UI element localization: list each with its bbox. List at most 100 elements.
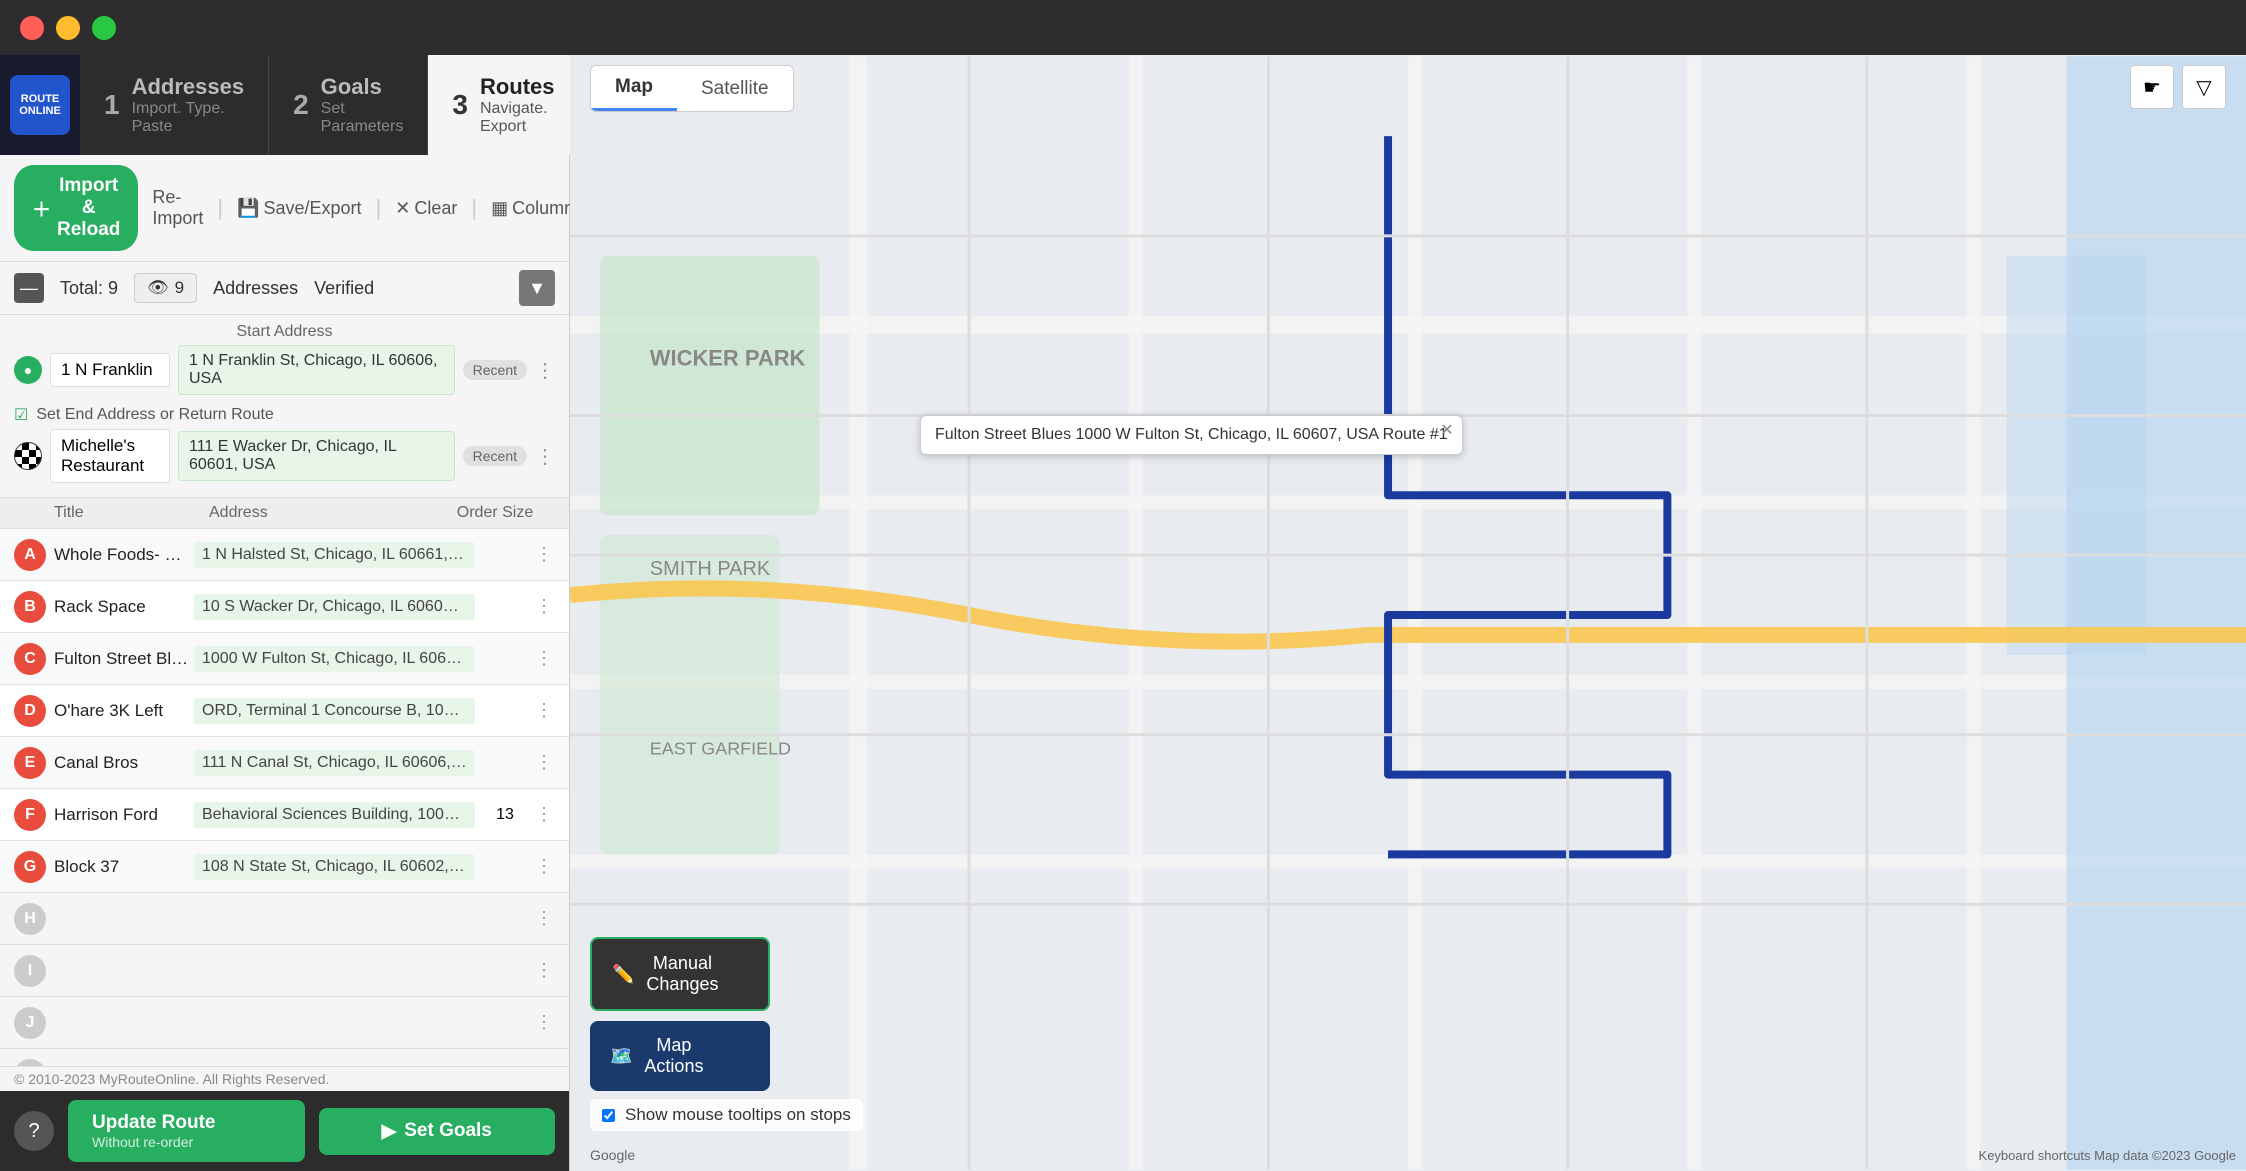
- table-row[interactable]: B Rack Space 10 S Wacker Dr, Chicago, IL…: [0, 581, 569, 633]
- import-reload-button[interactable]: ＋ Import & Reload: [14, 165, 138, 251]
- map-tab-map[interactable]: Map: [591, 66, 677, 111]
- cell-address: 108 N State St, Chicago, IL 60602, USA: [194, 854, 475, 880]
- edit-icon: ✏️: [612, 964, 634, 985]
- start-address-name[interactable]: 1 N Franklin: [50, 353, 170, 387]
- row-menu-icon[interactable]: ⋮: [535, 752, 555, 773]
- eye-icon: 👁: [147, 278, 169, 298]
- map-tabs: Map Satellite: [590, 65, 794, 112]
- cell-address: [194, 1019, 475, 1027]
- row-letter-K: K: [14, 1059, 46, 1067]
- verified-count: 9: [175, 278, 184, 298]
- manual-changes-label: ManualChanges: [646, 953, 718, 995]
- map-tab-satellite[interactable]: Satellite: [677, 66, 793, 111]
- row-menu-icon[interactable]: ⋮: [535, 700, 555, 721]
- checkbox-icon[interactable]: ☑: [14, 405, 28, 425]
- tab-number-1: 1: [104, 89, 120, 121]
- map-tooltip-text: Fulton Street Blues 1000 W Fulton St, Ch…: [935, 426, 1448, 443]
- minimize-button[interactable]: [56, 16, 80, 40]
- row-menu-icon[interactable]: ⋮: [535, 960, 555, 981]
- row-menu-icon[interactable]: ⋮: [535, 596, 555, 617]
- tab-title-goals: Goals: [321, 74, 404, 100]
- manual-changes-button[interactable]: ✏️ ManualChanges: [590, 937, 770, 1011]
- update-route-label: Update Route: [92, 1112, 216, 1134]
- end-address-full: 111 E Wacker Dr, Chicago, IL 60601, USA: [178, 431, 455, 481]
- cell-title: Rack Space: [54, 597, 194, 617]
- row-menu-icon[interactable]: ⋮: [535, 648, 555, 669]
- row-letter-G: G: [14, 851, 46, 883]
- row-letter-I: I: [14, 955, 46, 987]
- tab-title-addresses: Addresses: [132, 74, 245, 100]
- map-icon: 🗺️: [610, 1046, 632, 1067]
- update-route-sublabel: Without re-order: [92, 1134, 193, 1150]
- tab-goals[interactable]: 2 Goals Set Parameters: [269, 55, 428, 155]
- title-bar: [0, 0, 2246, 55]
- set-goals-button[interactable]: ▶ Set Goals: [319, 1108, 556, 1155]
- clear-link[interactable]: ✕ Clear: [395, 198, 457, 219]
- table-row[interactable]: I ⋮: [0, 945, 569, 997]
- fullscreen-button[interactable]: [92, 16, 116, 40]
- reimport-link[interactable]: Re-Import: [152, 187, 203, 229]
- tab-number-2: 2: [293, 89, 309, 121]
- row-letter-C: C: [14, 643, 46, 675]
- filter-button[interactable]: ▼: [519, 270, 555, 306]
- tab-subtitle-addresses: Import. Type. Paste: [132, 100, 245, 136]
- end-address-name[interactable]: Michelle's Restaurant: [50, 429, 170, 483]
- end-address-row: Michelle's Restaurant 111 E Wacker Dr, C…: [14, 429, 555, 483]
- map-bottom-buttons: ✏️ ManualChanges 🗺️ MapActions: [590, 937, 770, 1091]
- row-menu-icon[interactable]: ⋮: [535, 856, 555, 877]
- cell-address: 1000 W Fulton St, Chicago, IL 60607, USA: [194, 646, 475, 672]
- row-menu-icon[interactable]: ⋮: [535, 908, 555, 929]
- map-tooltip: Fulton Street Blues 1000 W Fulton St, Ch…: [920, 415, 1463, 455]
- table-row[interactable]: H ⋮: [0, 893, 569, 945]
- help-button[interactable]: ?: [14, 1111, 54, 1151]
- show-tooltips-checkbox[interactable]: [602, 1109, 615, 1122]
- cell-address: Behavioral Sciences Building, 1007 W Har…: [194, 802, 475, 828]
- row-letter-E: E: [14, 747, 46, 779]
- cell-title: O'hare 3K Left: [54, 701, 194, 721]
- close-button[interactable]: [20, 16, 44, 40]
- left-panel: ROUTEONLINE 1 Addresses Import. Type. Pa…: [0, 55, 570, 1171]
- row-menu-icon[interactable]: ⋮: [535, 804, 555, 825]
- start-address-row: ● 1 N Franklin 1 N Franklin St, Chicago,…: [14, 345, 555, 395]
- table-row[interactable]: C Fulton Street Blues 1000 W Fulton St, …: [0, 633, 569, 685]
- save-icon: 💾: [237, 198, 259, 219]
- copyright: © 2010-2023 MyRouteOnline. All Rights Re…: [0, 1066, 569, 1091]
- table-row[interactable]: J ⋮: [0, 997, 569, 1049]
- total-count: Total: 9: [60, 278, 118, 299]
- cell-order: 13: [475, 806, 535, 824]
- save-export-label: Save/Export: [264, 198, 362, 219]
- svg-text:WICKER PARK: WICKER PARK: [650, 346, 806, 371]
- verified-label: Verified: [314, 278, 374, 299]
- cursor-tool-button[interactable]: ☛: [2130, 65, 2174, 109]
- row-menu-icon[interactable]: ⋮: [535, 1012, 555, 1033]
- tab-addresses[interactable]: 1 Addresses Import. Type. Paste: [80, 55, 269, 155]
- map-background[interactable]: WICKER PARK SMITH PARK EAST GARFIELDPARK…: [570, 55, 2246, 1171]
- google-attribution: Google: [590, 1147, 635, 1163]
- table-row[interactable]: D O'hare 3K Left ORD, Terminal 1 Concour…: [0, 685, 569, 737]
- table-row[interactable]: F Harrison Ford Behavioral Sciences Buil…: [0, 789, 569, 841]
- table-row[interactable]: E Canal Bros 111 N Canal St, Chicago, IL…: [0, 737, 569, 789]
- row-menu-icon[interactable]: ⋮: [535, 544, 555, 565]
- table-row[interactable]: A Whole Foods- West Loop 1 N Halsted St,…: [0, 529, 569, 581]
- update-route-button[interactable]: Update Route Without re-order: [68, 1100, 305, 1162]
- row-letter-H: H: [14, 903, 46, 935]
- collapse-button[interactable]: ―: [14, 273, 44, 303]
- clear-icon: ✕: [395, 198, 410, 219]
- cell-title: Harrison Ford: [54, 805, 194, 825]
- table-row[interactable]: K ⋮: [0, 1049, 569, 1066]
- cell-title: Canal Bros: [54, 753, 194, 773]
- set-goals-label: Set Goals: [404, 1120, 492, 1142]
- save-export-link[interactable]: 💾 Save/Export: [237, 198, 361, 219]
- filter-tool-button[interactable]: ▽: [2182, 65, 2226, 109]
- map-actions-button[interactable]: 🗺️ MapActions: [590, 1021, 770, 1091]
- table-row[interactable]: G Block 37 108 N State St, Chicago, IL 6…: [0, 841, 569, 893]
- toolbar: ＋ Import & Reload Re-Import | 💾 Save/Exp…: [0, 155, 569, 262]
- tab-routes[interactable]: 3 Routes Navigate. Export: [428, 55, 579, 155]
- cell-title: Fulton Street Blues: [54, 649, 194, 669]
- start-menu-icon[interactable]: ⋮: [535, 358, 555, 383]
- verified-badge: 👁 9: [134, 273, 197, 303]
- cell-address: 111 N Canal St, Chicago, IL 60606, USA: [194, 750, 475, 776]
- cell-title: Block 37: [54, 857, 194, 877]
- tooltip-close-button[interactable]: ✕: [1440, 420, 1453, 440]
- end-menu-icon[interactable]: ⋮: [535, 444, 555, 469]
